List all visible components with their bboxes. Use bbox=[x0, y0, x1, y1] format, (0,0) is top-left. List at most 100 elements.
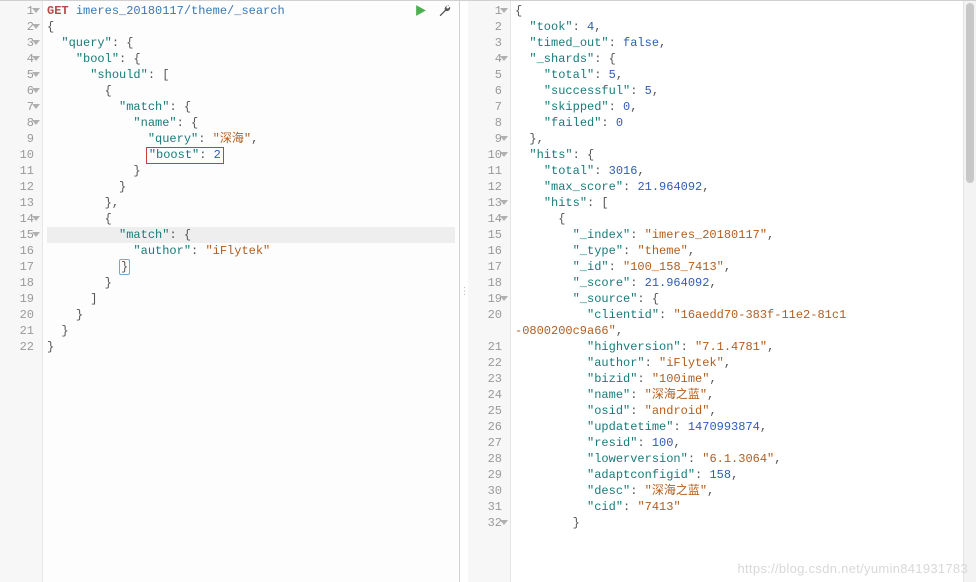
code-line[interactable]: "bizid": "100ime", bbox=[515, 371, 972, 387]
line-number: 5 bbox=[474, 67, 502, 83]
code-line[interactable]: "match": { bbox=[47, 227, 455, 243]
line-number: 1 bbox=[474, 3, 502, 19]
line-number: 9 bbox=[474, 131, 502, 147]
code-line[interactable]: "total": 3016, bbox=[515, 163, 972, 179]
code-line[interactable]: "took": 4, bbox=[515, 19, 972, 35]
code-line[interactable]: } bbox=[47, 307, 455, 323]
line-number: 23 bbox=[474, 371, 502, 387]
code-line[interactable]: "author": "iFlytek" bbox=[47, 243, 455, 259]
line-number: 14 bbox=[474, 211, 502, 227]
code-line[interactable]: ] bbox=[47, 291, 455, 307]
code-line[interactable]: } bbox=[47, 259, 455, 275]
response-scrollbar[interactable] bbox=[963, 1, 976, 582]
line-number bbox=[474, 323, 502, 339]
line-number: 18 bbox=[474, 275, 502, 291]
line-number: 15 bbox=[474, 227, 502, 243]
line-number: 31 bbox=[474, 499, 502, 515]
code-line[interactable]: } bbox=[47, 339, 455, 355]
line-number: 21 bbox=[474, 339, 502, 355]
code-line[interactable]: "_index": "imeres_20180117", bbox=[515, 227, 972, 243]
code-line[interactable]: } bbox=[515, 515, 972, 531]
code-line[interactable]: "desc": "深海之蓝", bbox=[515, 483, 972, 499]
line-number: 20 bbox=[6, 307, 34, 323]
code-line[interactable]: } bbox=[47, 275, 455, 291]
line-number: 16 bbox=[6, 243, 34, 259]
line-number: 13 bbox=[474, 195, 502, 211]
request-pane: 12345678910111213141516171819202122 GET … bbox=[0, 1, 460, 582]
line-number: 6 bbox=[474, 83, 502, 99]
response-code[interactable]: { "took": 4, "timed_out": false, "_shard… bbox=[511, 1, 976, 582]
code-line[interactable]: "failed": 0 bbox=[515, 115, 972, 131]
code-line[interactable]: GET imeres_20180117/theme/_search bbox=[47, 3, 455, 19]
line-number: 2 bbox=[474, 19, 502, 35]
line-number: 7 bbox=[6, 99, 34, 115]
code-line[interactable]: { bbox=[47, 19, 455, 35]
code-line[interactable]: { bbox=[515, 3, 972, 19]
line-number: 17 bbox=[6, 259, 34, 275]
code-line[interactable]: } bbox=[47, 323, 455, 339]
request-editor[interactable]: 12345678910111213141516171819202122 GET … bbox=[0, 1, 459, 582]
line-number: 10 bbox=[474, 147, 502, 163]
pane-resize-handle[interactable]: ⋮ bbox=[460, 1, 468, 582]
code-line[interactable]: "name": { bbox=[47, 115, 455, 131]
request-code[interactable]: GET imeres_20180117/theme/_search{ "quer… bbox=[43, 1, 459, 582]
line-number: 27 bbox=[474, 435, 502, 451]
code-line[interactable]: { bbox=[47, 83, 455, 99]
line-number: 21 bbox=[6, 323, 34, 339]
code-line[interactable]: "bool": { bbox=[47, 51, 455, 67]
code-line[interactable]: "total": 5, bbox=[515, 67, 972, 83]
code-line[interactable]: "_source": { bbox=[515, 291, 972, 307]
code-line[interactable]: "boost": 2 bbox=[47, 147, 455, 163]
line-number: 25 bbox=[474, 403, 502, 419]
line-number: 3 bbox=[474, 35, 502, 51]
code-line[interactable]: "cid": "7413" bbox=[515, 499, 972, 515]
code-line[interactable]: { bbox=[47, 211, 455, 227]
line-number: 1 bbox=[6, 3, 34, 19]
line-number: 22 bbox=[6, 339, 34, 355]
line-number: 32 bbox=[474, 515, 502, 531]
code-line[interactable]: "adaptconfigid": 158, bbox=[515, 467, 972, 483]
code-line[interactable]: "should": [ bbox=[47, 67, 455, 83]
split-container: 12345678910111213141516171819202122 GET … bbox=[0, 0, 976, 582]
code-line-wrap[interactable]: -0800200c9a66", bbox=[515, 323, 972, 339]
code-line[interactable]: "query": "深海", bbox=[47, 131, 455, 147]
line-number: 4 bbox=[6, 51, 34, 67]
line-number: 28 bbox=[474, 451, 502, 467]
code-line[interactable]: "resid": 100, bbox=[515, 435, 972, 451]
code-line[interactable]: "_score": 21.964092, bbox=[515, 275, 972, 291]
code-line[interactable]: }, bbox=[515, 131, 972, 147]
response-editor[interactable]: 1234567891011121314151617181920212223242… bbox=[468, 1, 976, 582]
line-number: 24 bbox=[474, 387, 502, 403]
code-line[interactable]: "timed_out": false, bbox=[515, 35, 972, 51]
code-line[interactable]: "highversion": "7.1.4781", bbox=[515, 339, 972, 355]
line-number: 4 bbox=[474, 51, 502, 67]
wrench-icon[interactable] bbox=[437, 3, 451, 17]
code-line[interactable]: "_id": "100_158_7413", bbox=[515, 259, 972, 275]
line-number: 19 bbox=[6, 291, 34, 307]
code-line[interactable]: } bbox=[47, 179, 455, 195]
line-number: 10 bbox=[6, 147, 34, 163]
code-line[interactable]: "successful": 5, bbox=[515, 83, 972, 99]
code-line[interactable]: "hits": [ bbox=[515, 195, 972, 211]
code-line[interactable]: "match": { bbox=[47, 99, 455, 115]
code-line[interactable]: "author": "iFlytek", bbox=[515, 355, 972, 371]
line-number: 18 bbox=[6, 275, 34, 291]
code-line[interactable]: "max_score": 21.964092, bbox=[515, 179, 972, 195]
line-number: 3 bbox=[6, 35, 34, 51]
code-line[interactable]: { bbox=[515, 211, 972, 227]
line-number: 30 bbox=[474, 483, 502, 499]
code-line[interactable]: "skipped": 0, bbox=[515, 99, 972, 115]
code-line[interactable]: "updatetime": 1470993874, bbox=[515, 419, 972, 435]
code-line[interactable]: "hits": { bbox=[515, 147, 972, 163]
code-line[interactable]: "lowerversion": "6.1.3064", bbox=[515, 451, 972, 467]
code-line[interactable]: "_shards": { bbox=[515, 51, 972, 67]
code-line[interactable]: "_type": "theme", bbox=[515, 243, 972, 259]
code-line[interactable]: "osid": "android", bbox=[515, 403, 972, 419]
run-icon[interactable] bbox=[413, 3, 427, 17]
code-line[interactable]: "clientid": "16aedd70-383f-11e2-81c1 bbox=[515, 307, 972, 323]
code-line[interactable]: "query": { bbox=[47, 35, 455, 51]
code-line[interactable]: } bbox=[47, 163, 455, 179]
scrollbar-thumb[interactable] bbox=[966, 3, 974, 183]
code-line[interactable]: "name": "深海之蓝", bbox=[515, 387, 972, 403]
code-line[interactable]: }, bbox=[47, 195, 455, 211]
